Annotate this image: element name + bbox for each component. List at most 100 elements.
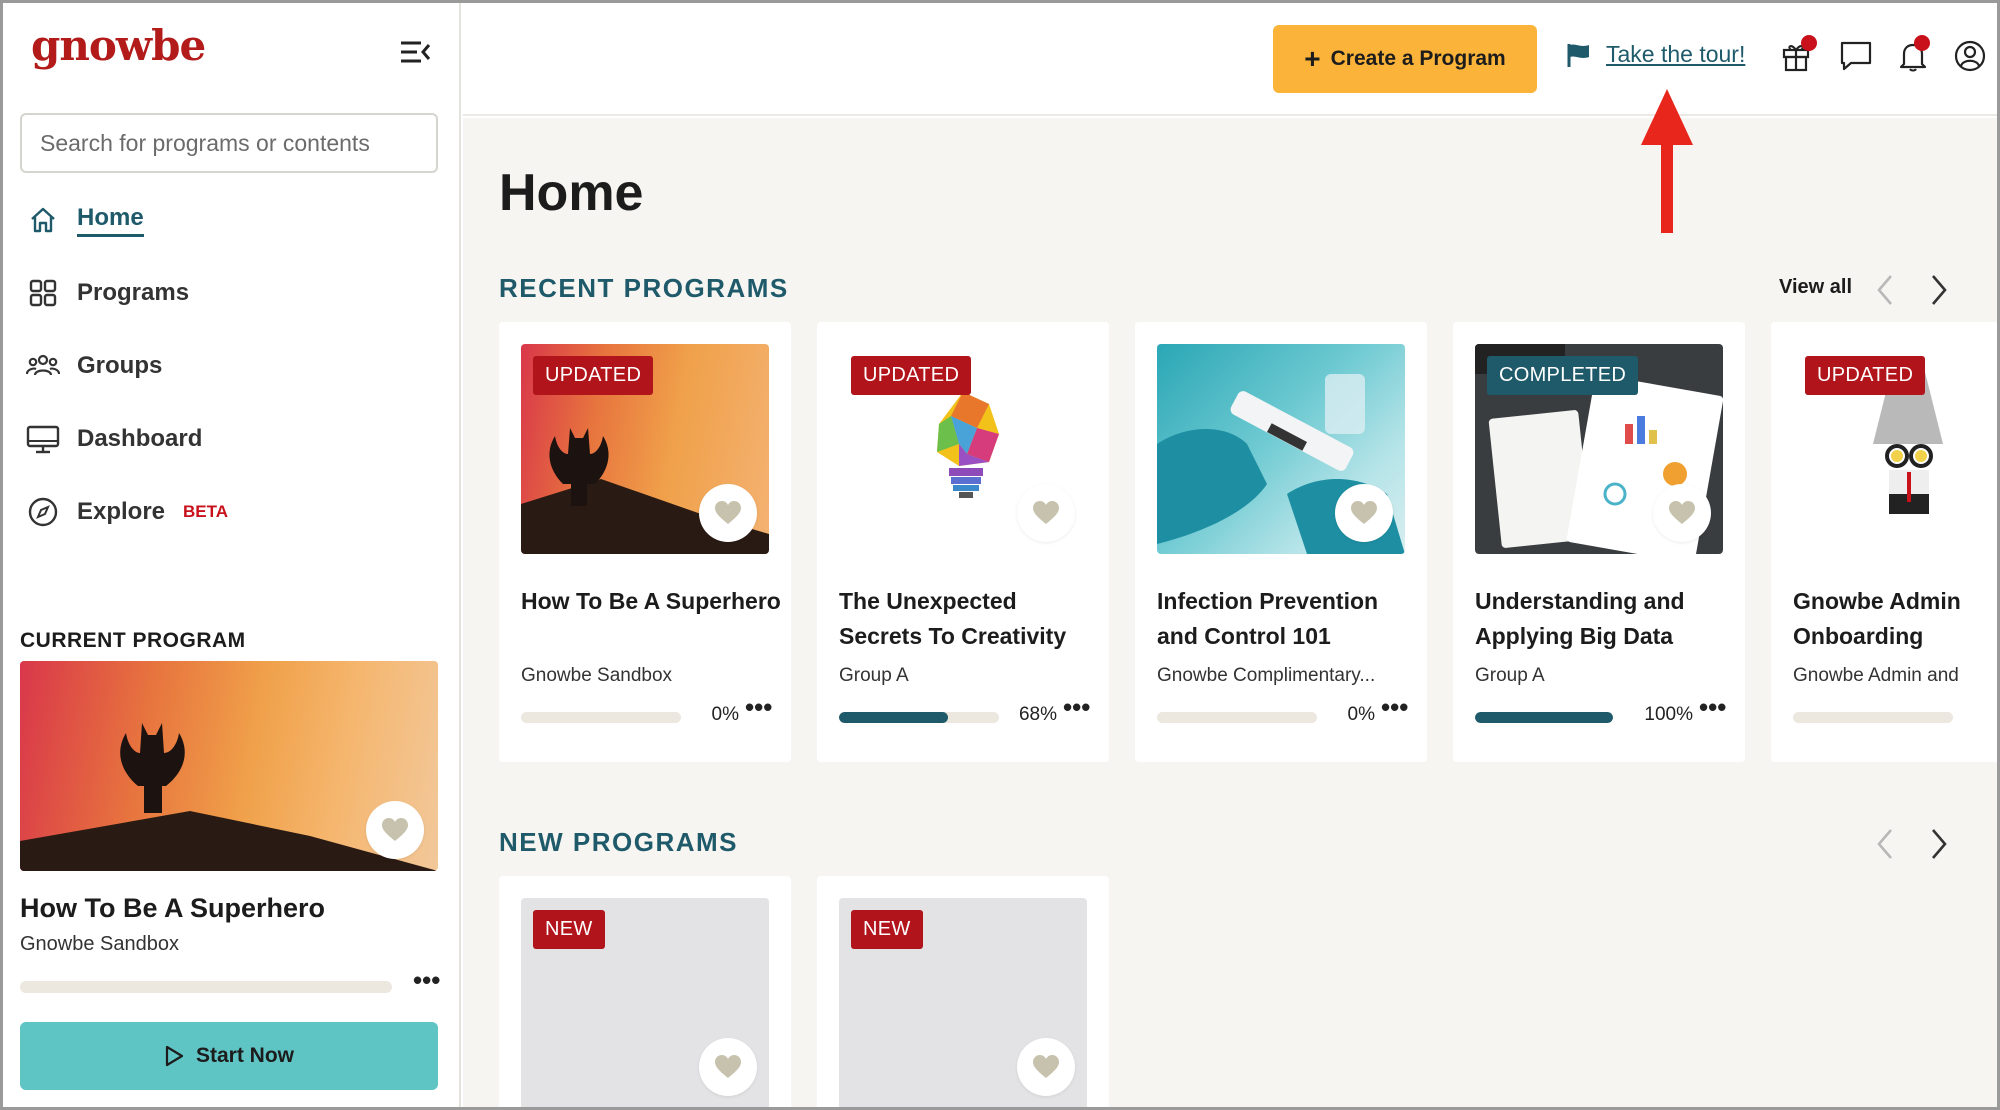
favorite-heart-icon[interactable] — [699, 484, 757, 542]
favorite-heart-icon[interactable] — [1017, 484, 1075, 542]
chat-icon[interactable] — [1839, 39, 1873, 73]
favorite-heart-icon[interactable] — [1017, 1038, 1075, 1096]
chevron-right-icon[interactable] — [1923, 826, 1953, 862]
program-title[interactable]: The Unexpected Secrets To Creativity — [839, 584, 1099, 654]
app-window: gnowbe Home Programs — [0, 0, 2000, 1110]
favorite-heart-icon[interactable] — [1653, 484, 1711, 542]
program-group: Gnowbe Sandbox — [521, 665, 673, 686]
current-program-progress-bar — [20, 981, 392, 993]
progress-fill — [839, 712, 948, 723]
more-options-icon[interactable]: ••• — [745, 694, 775, 720]
favorite-heart-icon[interactable] — [699, 1038, 757, 1096]
users-icon — [25, 348, 61, 384]
notification-dot — [1801, 35, 1817, 51]
sidebar-item-home[interactable]: Home — [25, 198, 144, 242]
sidebar-item-label: Programs — [77, 279, 190, 306]
program-group: Gnowbe Admin and — [1793, 665, 1959, 686]
program-thumbnail: UPDATED — [521, 344, 769, 554]
sidebar-item-groups[interactable]: Groups — [25, 344, 162, 388]
current-program-heading: CURRENT PROGRAM — [20, 629, 246, 652]
program-card[interactable]: UPDATED Gnowbe Admin Onboarding Gnowbe A… — [1771, 322, 1997, 762]
chevron-left-icon[interactable] — [1871, 272, 1901, 308]
page-title: Home — [499, 164, 644, 222]
sidebar-item-programs[interactable]: Programs — [25, 271, 189, 315]
progress-percent: 68% — [1018, 704, 1057, 725]
program-card[interactable]: UPDATED How To Be A Superhero Gnowbe San… — [499, 322, 791, 762]
progress-bar — [839, 712, 999, 723]
progress-percent: 0% — [1347, 704, 1375, 725]
new-programs-heading: NEW PROGRAMS — [499, 827, 738, 857]
search-input[interactable] — [20, 113, 438, 173]
status-badge: NEW — [533, 910, 605, 949]
plus-icon: + — [1304, 43, 1321, 74]
program-title[interactable]: Infection Prevention and Control 101 — [1157, 584, 1417, 654]
more-options-icon[interactable]: ••• — [1381, 694, 1411, 720]
status-badge: COMPLETED — [1487, 356, 1639, 395]
sidebar-item-label: Explore — [77, 498, 166, 525]
sidebar-item-dashboard[interactable]: Dashboard — [25, 417, 202, 461]
view-all-link[interactable]: View all — [1779, 276, 1852, 299]
create-program-label: Create a Program — [1330, 47, 1506, 70]
new-program-card[interactable]: NEW — [499, 876, 791, 1107]
progress-percent: 100% — [1644, 704, 1693, 725]
program-card[interactable]: COMPLETED Understanding and Applying Big… — [1453, 322, 1745, 762]
create-program-button[interactable]: + Create a Program — [1273, 25, 1537, 93]
more-options-icon[interactable]: ••• — [413, 967, 441, 993]
program-title[interactable]: How To Be A Superhero — [521, 584, 781, 619]
sidebar: gnowbe Home Programs — [3, 3, 461, 1107]
sidebar-item-label: Dashboard — [77, 425, 203, 452]
flag-icon — [1567, 43, 1589, 67]
progress-bar — [1475, 712, 1613, 723]
progress-bar — [521, 712, 681, 723]
progress-fill — [1475, 712, 1613, 723]
start-now-button[interactable]: Start Now — [20, 1022, 438, 1090]
annotation-arrow-icon — [1641, 89, 1693, 233]
program-card[interactable]: UPDATED The Unexpected Secrets To Creati… — [817, 322, 1109, 762]
grid-icon — [25, 275, 61, 311]
top-header: + Create a Program Take the tour! — [463, 3, 1997, 116]
start-now-label: Start Now — [195, 1044, 294, 1067]
status-badge: NEW — [851, 910, 923, 949]
more-options-icon[interactable]: ••• — [1699, 694, 1729, 720]
new-program-card[interactable]: NEW — [817, 876, 1109, 1107]
compass-icon — [25, 494, 61, 530]
favorite-heart-icon[interactable] — [1335, 484, 1393, 542]
program-title[interactable]: Gnowbe Admin Onboarding — [1793, 584, 1997, 654]
main-content: Home RECENT PROGRAMS View all UPDATED Ho… — [463, 118, 1997, 1107]
program-card[interactable]: Infection Prevention and Control 101 Gno… — [1135, 322, 1427, 762]
progress-bar — [1793, 712, 1953, 723]
program-group: Group A — [839, 665, 909, 686]
progress-percent: 0% — [711, 704, 739, 725]
program-thumbnail: NEW — [521, 898, 769, 1107]
take-tour-link[interactable]: Take the tour! — [1566, 41, 1745, 68]
sidebar-item-label: Home — [77, 204, 144, 237]
gift-icon[interactable] — [1781, 35, 1817, 73]
program-group: Group A — [1475, 665, 1545, 686]
home-icon — [25, 202, 61, 238]
program-thumbnail: UPDATED — [839, 344, 1087, 554]
beta-badge: BETA — [183, 502, 229, 521]
program-group: Gnowbe Complimentary... — [1157, 665, 1376, 686]
monitor-icon — [25, 421, 61, 457]
gnowbe-logo[interactable]: gnowbe — [31, 21, 206, 70]
program-title[interactable]: Understanding and Applying Big Data — [1475, 584, 1735, 654]
recent-programs-heading: RECENT PROGRAMS — [499, 273, 789, 303]
more-options-icon[interactable]: ••• — [1063, 694, 1093, 720]
sidebar-item-explore[interactable]: Explore BETA — [25, 490, 228, 534]
collapse-menu-icon[interactable] — [399, 39, 431, 65]
favorite-heart-icon[interactable] — [366, 801, 424, 859]
account-icon[interactable] — [1953, 39, 1987, 73]
current-program-group: Gnowbe Sandbox — [20, 933, 180, 955]
bell-icon[interactable] — [1896, 35, 1930, 73]
program-thumbnail: UPDATED — [1793, 344, 1997, 554]
current-program-name[interactable]: How To Be A Superhero — [20, 893, 325, 924]
current-program-image[interactable] — [20, 661, 438, 871]
status-badge: UPDATED — [851, 356, 972, 395]
chevron-left-icon[interactable] — [1871, 826, 1901, 862]
play-icon — [165, 1045, 184, 1067]
program-thumbnail: NEW — [839, 898, 1087, 1107]
chevron-right-icon[interactable] — [1923, 272, 1953, 308]
program-thumbnail — [1157, 344, 1405, 554]
sidebar-item-label: Groups — [77, 352, 163, 379]
notification-dot — [1914, 35, 1930, 51]
